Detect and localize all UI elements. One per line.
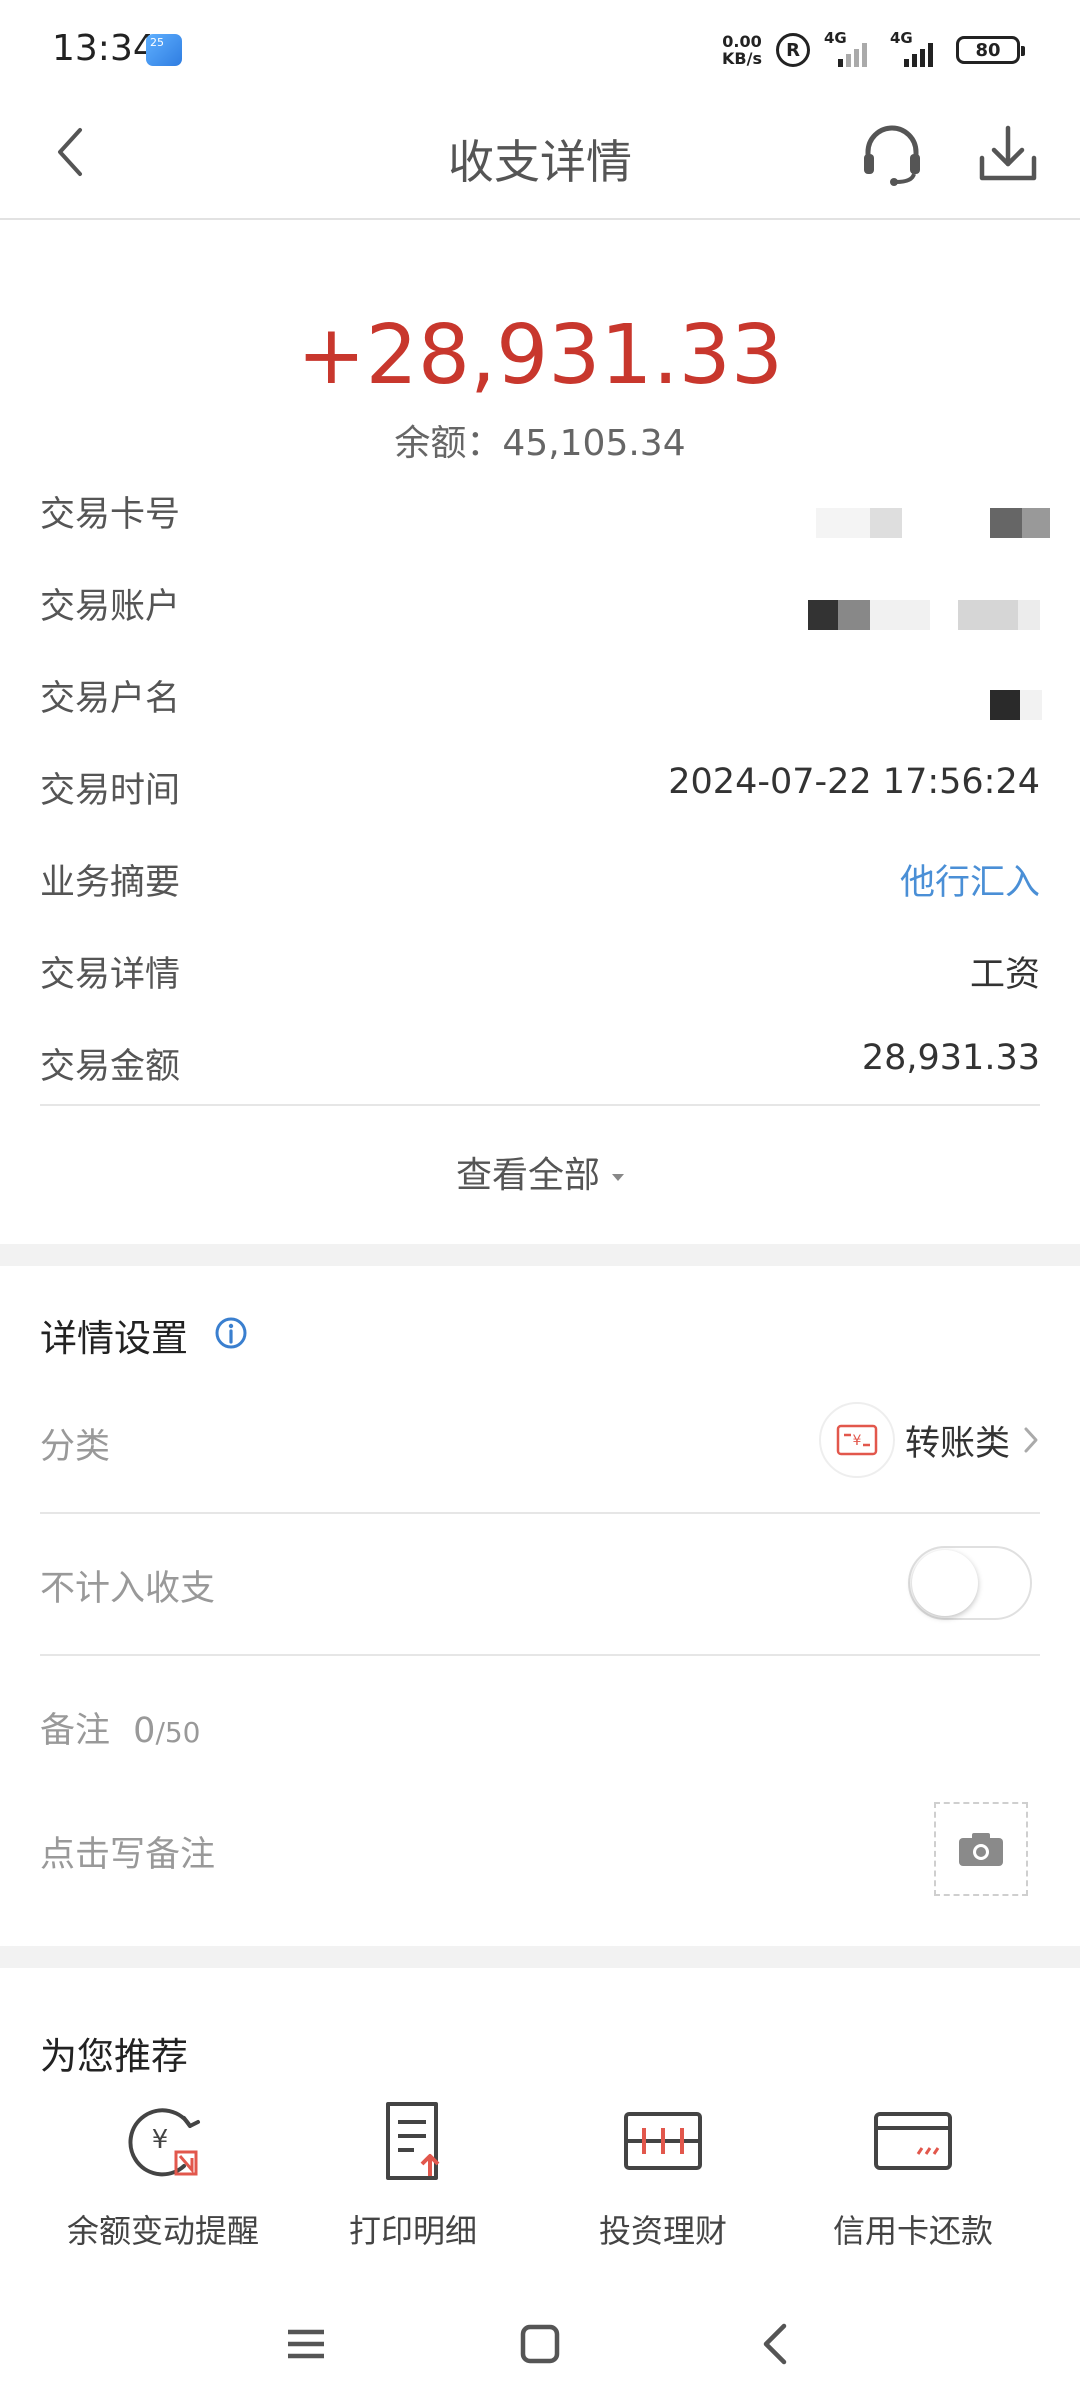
category-label: 分类 — [40, 1427, 111, 1467]
exclude-label: 不计入收支 — [40, 1569, 216, 1609]
signal-icon-2: 4G — [890, 29, 942, 67]
detail-row-details: 交易详情 工资 — [40, 938, 1040, 998]
camera-icon — [959, 1833, 1003, 1866]
status-bar: 13:34 25 0.00 KB/s R 4G 4G 80 — [0, 0, 1080, 96]
network-speed-unit: KB/s — [722, 49, 762, 68]
back-arrow-icon — [763, 2323, 787, 2365]
detail-label: 交易卡号 — [40, 495, 181, 535]
memo-input[interactable]: 点击写备注 — [40, 1826, 215, 1877]
weather-badge: 25 — [150, 36, 164, 49]
detail-value-link[interactable]: 他行汇入 — [900, 854, 1040, 905]
memo-count: 0 — [133, 1711, 156, 1751]
memo-max: /50 — [155, 1716, 201, 1749]
detail-value: 工资 — [969, 955, 1040, 995]
redaction-mask — [990, 508, 1024, 538]
print-detail-icon — [368, 2096, 458, 2186]
chevron-right-icon — [1024, 1427, 1038, 1453]
recommend-title: 为您推荐 — [40, 2035, 188, 2078]
svg-text:¥: ¥ — [152, 2125, 169, 2155]
memo-header: 备注 0/50 — [40, 1702, 201, 1753]
recommend-label: 信用卡还款 — [832, 2212, 993, 2250]
download-button[interactable] — [972, 118, 1044, 190]
detail-label: 交易详情 — [40, 955, 181, 995]
add-photo-button[interactable] — [934, 1802, 1028, 1896]
detail-row-amount: 交易金额 28,931.33 — [40, 1030, 1040, 1090]
battery-icon: 80 — [956, 36, 1025, 64]
headset-icon — [864, 125, 920, 186]
category-value: 转账类 — [904, 1423, 1010, 1464]
divider — [40, 1512, 1040, 1514]
divider — [40, 1654, 1040, 1656]
menu-nav-button[interactable] — [276, 2314, 336, 2374]
transaction-amount: +28,931.33 — [296, 308, 784, 403]
detail-value: 2024-07-22 17:56:24 — [668, 762, 1040, 802]
redaction-mask — [1022, 508, 1050, 538]
redaction-mask — [1018, 600, 1040, 630]
svg-text:¥: ¥ — [853, 1433, 862, 1449]
account-balance: 余额：45,105.34 — [394, 423, 686, 464]
settings-title: 详情设置 — [40, 1317, 188, 1360]
system-nav-bar — [0, 2290, 1080, 2400]
home-nav-button[interactable] — [510, 2314, 570, 2374]
detail-row-account-name: 交易户名 — [40, 662, 1042, 722]
divider — [40, 1104, 1040, 1106]
redaction-mask — [816, 508, 876, 538]
category-selector[interactable]: ¥ 转账类 — [818, 1402, 1042, 1478]
redaction-mask — [838, 600, 870, 630]
download-icon — [979, 125, 1037, 181]
detail-label: 交易金额 — [40, 1047, 181, 1087]
redaction-mask — [958, 600, 1018, 630]
detail-row-account: 交易账户 — [40, 570, 1040, 630]
recommend-credit-card[interactable]: 信用卡还款 — [788, 2096, 1038, 2252]
redaction-mask — [990, 690, 1020, 720]
section-separator — [0, 1244, 1080, 1266]
section-separator — [0, 1946, 1080, 1968]
caret-down-icon — [612, 1173, 624, 1181]
back-nav-button[interactable] — [746, 2314, 806, 2374]
redaction-mask — [1020, 690, 1042, 720]
exclude-toggle[interactable] — [908, 1546, 1032, 1620]
memo-label: 备注 — [40, 1711, 111, 1751]
detail-label: 交易户名 — [40, 679, 181, 719]
transfer-category-icon: ¥ — [818, 1402, 895, 1478]
view-all-button[interactable]: 查看全部 — [0, 1146, 1080, 1198]
weather-icon: 25 — [146, 34, 182, 66]
network-speed-value: 0.00 — [722, 32, 762, 51]
recommend-label: 打印明细 — [348, 2212, 477, 2250]
detail-row-summary[interactable]: 业务摘要 他行汇入 — [40, 846, 1040, 906]
recommend-investment[interactable]: 投资理财 — [538, 2096, 788, 2252]
redaction-mask — [870, 600, 930, 630]
detail-label: 业务摘要 — [40, 863, 181, 903]
toggle-knob — [912, 1550, 978, 1616]
app-header: 收支详情 — [0, 96, 1080, 220]
investment-icon — [618, 2096, 708, 2186]
recommend-label: 投资理财 — [598, 2212, 727, 2250]
info-icon[interactable] — [214, 1316, 248, 1350]
detail-label: 交易账户 — [40, 587, 181, 627]
network-speed: 0.00 KB/s — [722, 33, 762, 67]
detail-row-card-number: 交易卡号 — [40, 478, 1050, 538]
detail-label: 交易时间 — [40, 771, 181, 811]
registered-icon: R — [776, 33, 810, 67]
recommend-print-detail[interactable]: 打印明细 — [288, 2096, 538, 2252]
menu-icon — [288, 2329, 324, 2359]
detail-value: 28,931.33 — [861, 1038, 1040, 1078]
view-all-label: 查看全部 — [455, 1155, 600, 1196]
balance-alert-icon: ¥ — [118, 2096, 208, 2186]
status-indicators: 0.00 KB/s R 4G 4G 80 — [722, 29, 1025, 70]
status-time: 13:34 — [52, 28, 156, 69]
signal-icon-1: 4G — [824, 29, 876, 67]
home-square-icon — [520, 2324, 560, 2364]
recommend-balance-alert[interactable]: ¥ 余额变动提醒 — [38, 2096, 288, 2252]
redaction-mask — [808, 600, 838, 630]
redaction-mask — [870, 508, 902, 538]
credit-card-icon — [868, 2096, 958, 2186]
customer-service-button[interactable] — [856, 118, 928, 190]
recommend-label: 余额变动提醒 — [66, 2212, 259, 2250]
detail-row-time: 交易时间 2024-07-22 17:56:24 — [40, 754, 1040, 814]
